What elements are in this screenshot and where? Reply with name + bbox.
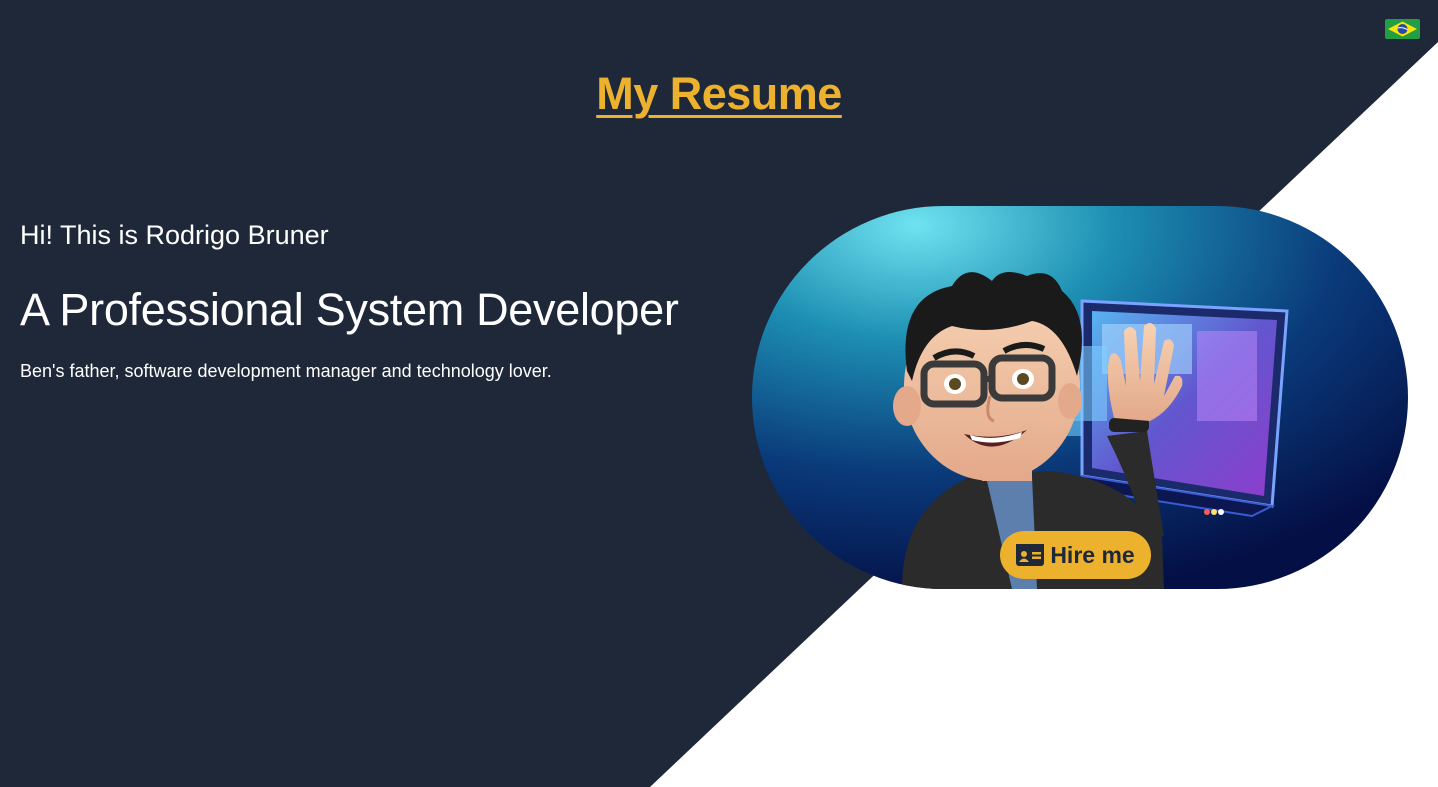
id-card-icon: [1016, 544, 1045, 566]
headline-text: A Professional System Developer: [20, 284, 679, 335]
greeting-text: Hi! This is Rodrigo Bruner: [20, 220, 329, 250]
bio-text: Ben's father, software development manag…: [20, 361, 552, 381]
hire-me-button[interactable]: Hire me: [1000, 531, 1151, 579]
resume-page: My Resume Hi! This is Rodrigo Bruner A P…: [0, 0, 1438, 787]
hire-me-label: Hire me: [1050, 541, 1135, 568]
page-title-link[interactable]: My Resume: [596, 68, 842, 119]
page-title-container: My Resume: [0, 68, 1438, 120]
brazil-flag-icon[interactable]: [1385, 19, 1420, 39]
